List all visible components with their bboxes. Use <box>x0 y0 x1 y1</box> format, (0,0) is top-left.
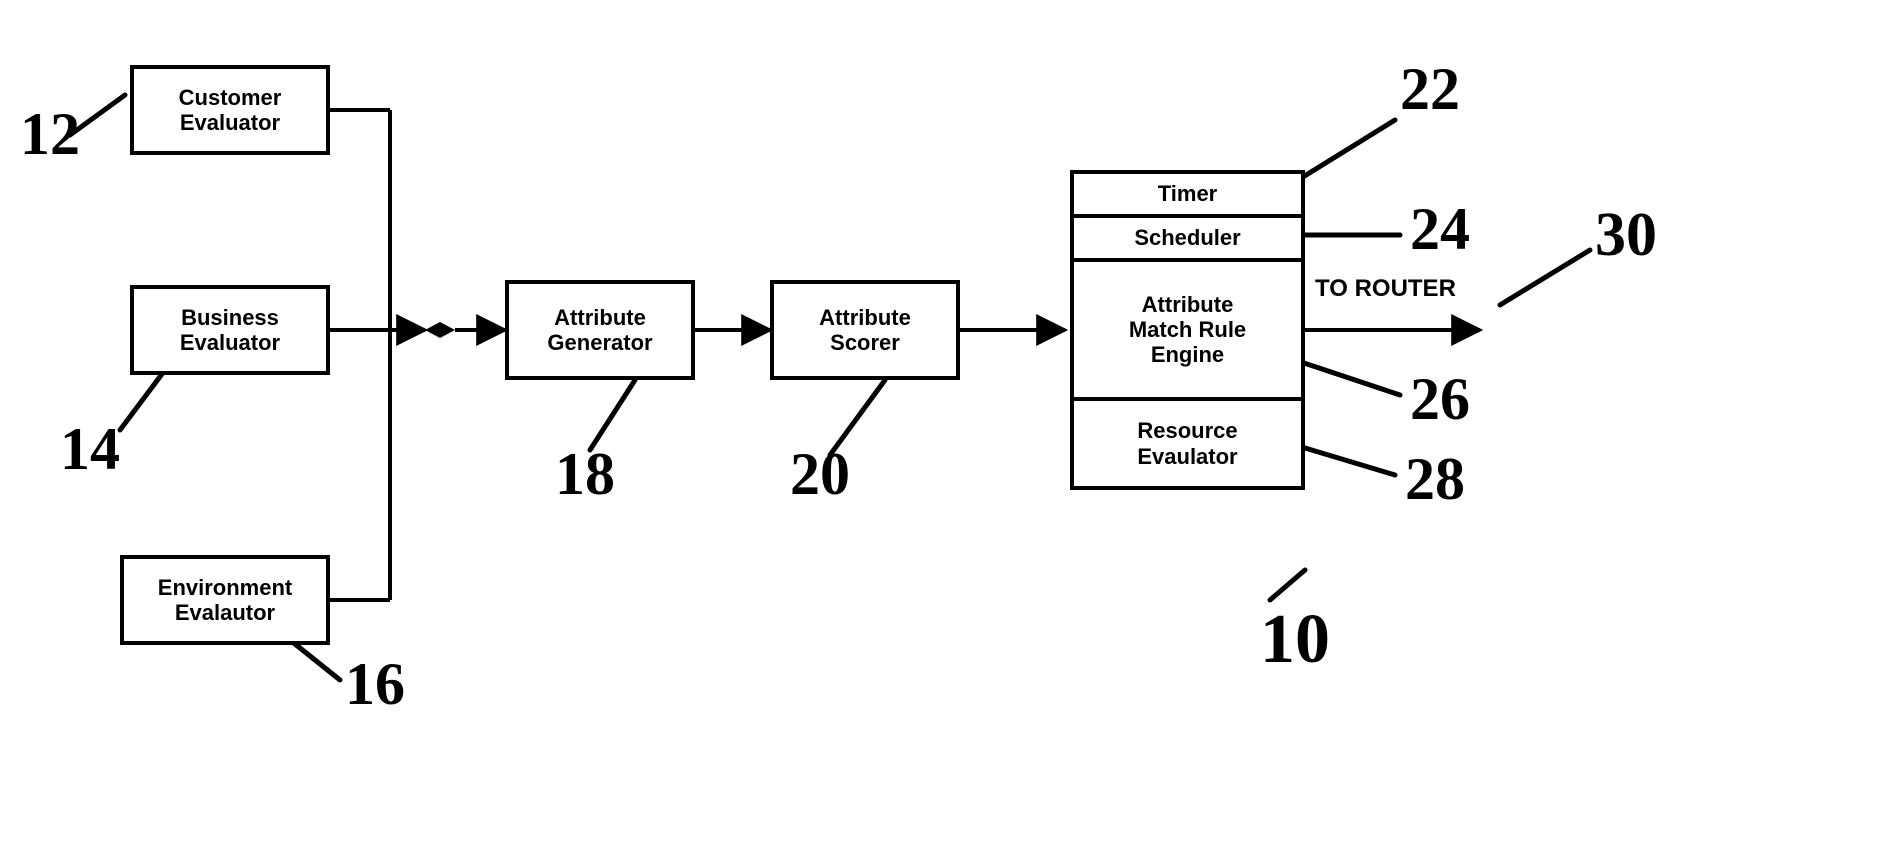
timer-cell: Timer <box>1074 174 1301 218</box>
customer-evaluator-label: Customer Evaluator <box>179 85 282 136</box>
business-evaluator-box: Business Evaluator <box>130 285 330 375</box>
business-evaluator-label: Business Evaluator <box>180 305 280 356</box>
scheduler-cell: Scheduler <box>1074 218 1301 262</box>
callout-22: 22 <box>1400 55 1460 124</box>
to-router-label: TO ROUTER <box>1315 275 1456 303</box>
environment-evaluator-box: Environment Evalautor <box>120 555 330 645</box>
amre-cell: Attribute Match Rule Engine <box>1074 262 1301 401</box>
callout-16: 16 <box>345 650 405 719</box>
attribute-scorer-label: Attribute Scorer <box>819 305 911 356</box>
engine-stack: Timer Scheduler Attribute Match Rule Eng… <box>1070 170 1305 490</box>
callout-28: 28 <box>1405 445 1465 514</box>
amre-label: Attribute Match Rule Engine <box>1129 292 1246 368</box>
attribute-generator-box: Attribute Generator <box>505 280 695 380</box>
callout-14: 14 <box>60 415 120 484</box>
attribute-scorer-box: Attribute Scorer <box>770 280 960 380</box>
callout-24: 24 <box>1410 195 1470 264</box>
callout-30: 30 <box>1595 200 1657 271</box>
resource-cell: Resource Evaulator <box>1074 401 1301 486</box>
customer-evaluator-box: Customer Evaluator <box>130 65 330 155</box>
attribute-generator-label: Attribute Generator <box>547 305 652 356</box>
timer-label: Timer <box>1158 181 1218 206</box>
callout-10: 10 <box>1260 600 1330 680</box>
callout-18: 18 <box>555 440 615 509</box>
callout-26: 26 <box>1410 365 1470 434</box>
callout-20: 20 <box>790 440 850 509</box>
diagram-canvas: Customer Evaluator Business Evaluator En… <box>0 0 1884 847</box>
callout-12: 12 <box>20 100 80 169</box>
resource-label: Resource Evaulator <box>1137 418 1237 469</box>
environment-evaluator-label: Environment Evalautor <box>158 575 292 626</box>
scheduler-label: Scheduler <box>1134 225 1240 250</box>
